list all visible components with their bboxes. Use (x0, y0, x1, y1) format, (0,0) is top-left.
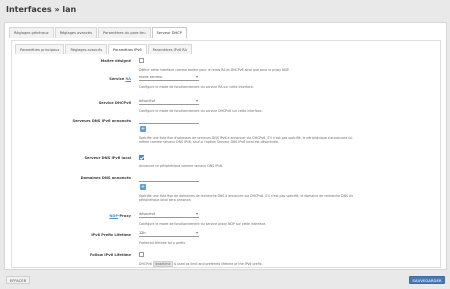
tab-advanced[interactable]: Réglages avancés (54, 27, 98, 38)
main-tabs: Réglages généraux Réglages avancés Param… (9, 27, 188, 38)
dns-domains-label: Domaines DNS annoncés (80, 176, 131, 180)
master-desc: Définir cette interface comme maître pou… (139, 68, 290, 72)
dns-local-label: Serveur DNS IPv6 local (84, 156, 131, 160)
footer-bar: EFFACER SAUVEGARDER (4, 272, 447, 286)
tab-general[interactable]: Réglages généraux (9, 27, 54, 38)
subtab-ipv6-ra[interactable]: Paramètres IPv6 RA (147, 44, 192, 54)
dns-announced-input[interactable] (139, 118, 199, 124)
prefix-lifetime-desc: Preferred lifetime for a prefix. (139, 241, 187, 245)
dhcpv6-label: Service DHCPv6 (98, 101, 131, 105)
dns-local-desc: Annoncer ce périphérique comme serveur D… (139, 164, 224, 168)
save-button[interactable]: SAUVEGARDER (409, 276, 445, 284)
reset-button[interactable]: EFFACER (6, 276, 30, 284)
dhcp-panel: Réglages généraux Réglages avancés Param… (4, 22, 447, 270)
ra-abbr: RA (125, 77, 131, 81)
follow-desc-post: is used as limit and preferred lifetime … (172, 262, 263, 266)
subtab-ipv6[interactable]: Paramètres IPv6 (108, 44, 147, 54)
follow-lifetime-desc: DHCPv6 leasetime is used as limit and pr… (139, 261, 263, 267)
prefix-lifetime-label: IPv6 Prefix Lifetime (91, 233, 131, 237)
page: Interfaces » lan Réglages généraux Régla… (0, 0, 450, 289)
follow-lifetime-checkbox[interactable] (139, 252, 144, 257)
master-checkbox[interactable] (139, 58, 144, 63)
ndp-proxy-select[interactable]: désactivé (139, 211, 199, 218)
dns-announced-label: Serveurs DNS IPv6 annoncés (72, 119, 131, 123)
tab-firewall[interactable]: Paramètres du pare-feu (98, 27, 151, 38)
ra-service-select[interactable]: mode serveur (139, 74, 199, 81)
ra-service-desc: Configure le mode de fonctionnement du s… (139, 85, 254, 89)
dns-announced-add-button[interactable]: + (140, 126, 146, 132)
ndp-proxy-label: NDP-Proxy (5, 214, 131, 218)
dns-domains-input[interactable] (139, 176, 199, 182)
follow-lifetime-label: Follow IPv6 Lifetime (89, 253, 131, 257)
ndp-label-text: -Proxy (117, 214, 131, 218)
ra-service-label: Service RA (5, 77, 131, 81)
dns-local-checkbox[interactable] (139, 155, 144, 160)
follow-desc-pre: DHCPv6 (139, 262, 153, 266)
prefix-lifetime-select[interactable]: 12h (139, 230, 199, 237)
ndp-proxy-desc: Configure le mode de fonctionnement du s… (139, 222, 267, 226)
sub-tabs: Paramètres principaux Réglages avancés P… (15, 44, 193, 54)
dns-domains-add-button[interactable]: + (140, 184, 146, 190)
page-title: Interfaces » lan (6, 5, 77, 14)
tab-dhcp-server[interactable]: Serveur DHCP (151, 27, 187, 38)
dhcpv6-desc: Configure le mode de fonctionnement du s… (139, 109, 263, 113)
follow-desc-keyword: leasetime (152, 261, 173, 267)
dns-announced-desc: Spécifie une liste fixe d'adresses de se… (139, 136, 354, 145)
dns-domains-desc: Spécifie une liste fixe de domaines de r… (139, 194, 354, 203)
dhcpv6-select[interactable]: désactivé (139, 98, 199, 105)
subtab-advanced[interactable]: Réglages avancés (65, 44, 108, 54)
master-label: Maître désigné (100, 59, 131, 63)
ndp-abbr: NDP (109, 214, 118, 218)
subtab-general[interactable]: Paramètres principaux (15, 44, 65, 54)
ra-label-text: Service (109, 77, 126, 81)
